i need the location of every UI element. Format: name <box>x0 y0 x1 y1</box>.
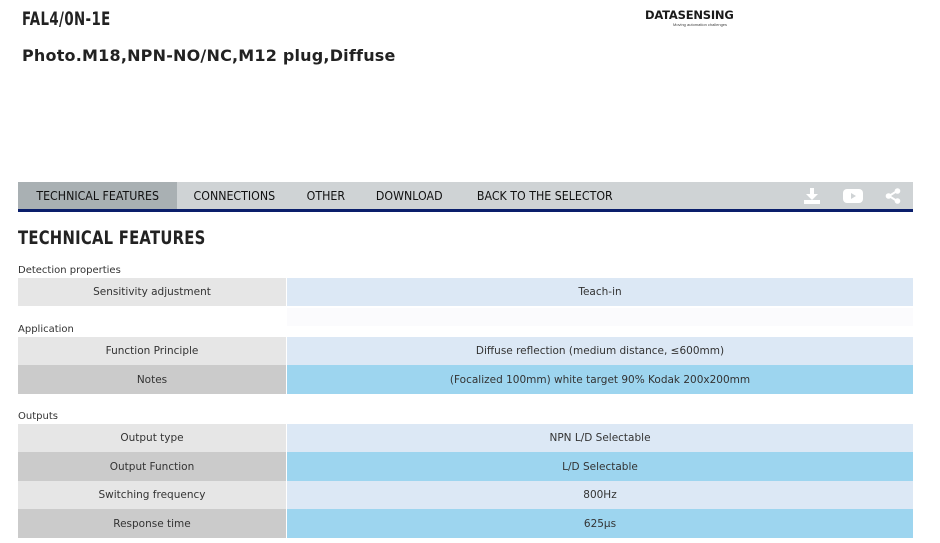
tab-back-to-selector[interactable]: BACK TO THE SELECTOR <box>458 182 632 209</box>
table-row: Output Function L/D Selectable <box>18 452 913 481</box>
table-row: Function Principle Diffuse reflection (m… <box>18 337 913 365</box>
row-value: Teach-in <box>286 278 913 306</box>
row-key: Notes <box>18 365 286 394</box>
row-key: Output Function <box>18 452 286 481</box>
tab-technical-features[interactable]: TECHNICAL FEATURES <box>18 182 178 209</box>
group-label-outputs: Outputs <box>18 411 58 422</box>
tab-icon-group <box>803 182 913 209</box>
row-key: Sensitivity adjustment <box>18 278 286 306</box>
table-row: Switching frequency 800Hz <box>18 481 913 509</box>
download-icon[interactable] <box>803 187 821 204</box>
tab-bar: TECHNICAL FEATURES CONNECTIONS OTHER DOW… <box>18 182 913 212</box>
row-key: Function Principle <box>18 337 286 365</box>
product-code: FAL4/0N-1E <box>22 8 111 30</box>
row-value: (Focalized 100mm) white target 90% Kodak… <box>286 365 913 394</box>
tab-label: TECHNICAL FEATURES <box>36 188 160 203</box>
tab-label: BACK TO THE SELECTOR <box>477 188 613 203</box>
video-icon[interactable] <box>843 188 863 203</box>
tab-connections[interactable]: CONNECTIONS <box>177 182 292 209</box>
tab-label: OTHER <box>306 188 346 203</box>
row-key: Response time <box>18 509 286 538</box>
row-value: 800Hz <box>286 481 913 509</box>
datasensing-logo: DATASENSING Moving automation challenges <box>645 8 737 28</box>
row-value: Diffuse reflection (medium distance, ≤60… <box>286 337 913 365</box>
tab-download[interactable]: DOWNLOAD <box>360 182 458 209</box>
row-key: Output type <box>18 424 286 452</box>
table-row: Output type NPN L/D Selectable <box>18 424 913 452</box>
logo-text: DATASENSING <box>645 8 734 22</box>
row-value: L/D Selectable <box>286 452 913 481</box>
product-title: Photo.M18,NPN-NO/NC,M12 plug,Diffuse <box>22 46 396 65</box>
table-row: Response time 625µs <box>18 509 913 538</box>
tab-other[interactable]: OTHER <box>292 182 360 209</box>
section-title: TECHNICAL FEATURES <box>18 227 206 249</box>
logo-tagline: Moving automation challenges <box>673 22 728 27</box>
table-row: Notes (Focalized 100mm) white target 90%… <box>18 365 913 394</box>
table-row: Sensitivity adjustment Teach-in <box>18 278 913 306</box>
tab-label: CONNECTIONS <box>193 188 276 203</box>
group-label-application: Application <box>18 324 74 335</box>
row-value: NPN L/D Selectable <box>286 424 913 452</box>
group-label-detection: Detection properties <box>18 265 121 276</box>
row-value: 625µs <box>286 509 913 538</box>
row-spacer <box>287 308 913 326</box>
row-key: Switching frequency <box>18 481 286 509</box>
tab-label: DOWNLOAD <box>375 188 443 203</box>
share-icon[interactable] <box>885 187 901 204</box>
